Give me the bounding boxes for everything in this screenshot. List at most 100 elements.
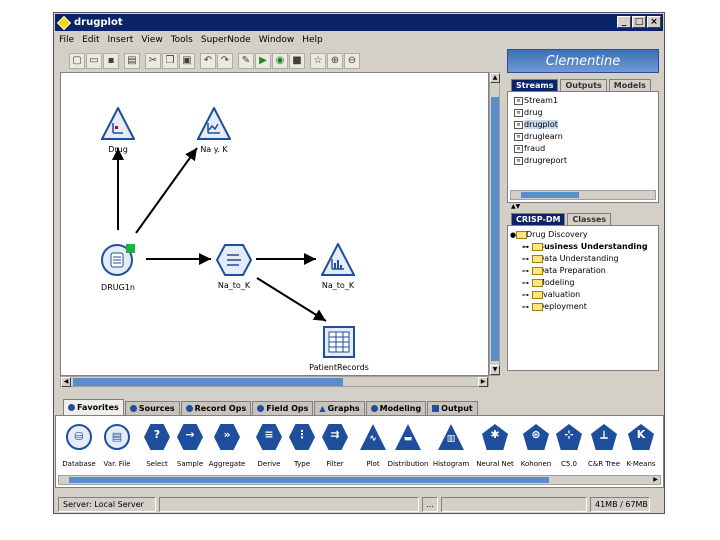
favorite-icon[interactable]: ☆ <box>310 53 326 69</box>
zoom-in-icon[interactable]: ⊕ <box>327 53 343 69</box>
menu-insert[interactable]: Insert <box>104 35 138 45</box>
tree-root[interactable]: ● Drug Discovery <box>508 229 658 241</box>
list-item[interactable]: ≡ druglearn <box>508 131 658 143</box>
edit-icon[interactable]: ✎ <box>238 53 254 69</box>
node-drug1n[interactable]: DRUG1n <box>83 243 153 292</box>
redo-icon[interactable]: ↷ <box>217 53 233 69</box>
palette-aggregate[interactable]: » Aggregate <box>206 424 248 468</box>
zoom-out-icon[interactable]: ⊖ <box>344 53 360 69</box>
expand-icon[interactable]: ⊶ <box>522 268 529 275</box>
tree-item[interactable]: ⊶ Modeling <box>508 277 658 289</box>
minimize-button[interactable]: _ <box>617 16 631 28</box>
tab-favorites[interactable]: Favorites <box>63 399 124 415</box>
tree-item[interactable]: ⊶ Business Understanding <box>508 241 658 253</box>
tab-models[interactable]: Models <box>608 79 651 91</box>
sources-icon <box>129 405 137 412</box>
tree-item[interactable]: ⊶ Evaluation <box>508 289 658 301</box>
node-label: DRUG1n <box>101 283 135 292</box>
server-status[interactable]: Server: Local Server <box>58 496 156 512</box>
menu-tools[interactable]: Tools <box>167 35 197 45</box>
copy-icon[interactable]: ❐ <box>162 53 178 69</box>
save-icon[interactable]: ▪ <box>103 53 119 69</box>
stop-icon[interactable]: ■ <box>289 53 305 69</box>
menu-view[interactable]: View <box>137 35 166 45</box>
canvas-vertical-scrollbar[interactable]: ▲ ▼ <box>489 72 500 376</box>
node-natok-hist[interactable]: Na_to_K <box>303 241 373 290</box>
c50-icon: ⊹ <box>556 424 582 450</box>
status-more-button[interactable]: ... <box>422 496 438 512</box>
stream-icon: ≡ <box>514 145 523 153</box>
expand-icon[interactable]: ⊶ <box>522 280 529 287</box>
tab-streams[interactable]: Streams <box>511 79 559 91</box>
list-item[interactable]: ≡ drug <box>508 107 658 119</box>
canvas-horizontal-scrollbar[interactable]: ◀ ▶ <box>60 376 489 387</box>
stream-canvas[interactable]: Drug Na y. K DRUG1n Na_to_K Na_to_K Pati… <box>60 72 489 376</box>
palette-var-file[interactable]: ▤ Var. File <box>96 424 138 468</box>
scroll-thumb[interactable] <box>521 192 579 198</box>
tab-modeling[interactable]: Modeling <box>365 401 427 415</box>
list-item[interactable]: ≡ drugplot <box>508 119 658 131</box>
plot-node-icon <box>196 105 232 140</box>
stream-icon: ≡ <box>514 133 523 141</box>
manager-panel: Clementine Streams Outputs Models ≡ Strea… <box>507 49 659 387</box>
node-nayk[interactable]: Na y. K <box>179 105 249 154</box>
palette-filter[interactable]: ⇉ Filter <box>314 424 356 468</box>
palette-database[interactable]: ⛁ Database <box>58 424 100 468</box>
palette-histogram[interactable]: ▥ Histogram <box>430 424 472 468</box>
expand-icon[interactable]: ⊶ <box>522 304 529 311</box>
menu-edit[interactable]: Edit <box>78 35 103 45</box>
list-item[interactable]: ≡ Stream1 <box>508 95 658 107</box>
tab-sources[interactable]: Sources <box>124 401 180 415</box>
menu-file[interactable]: File <box>55 35 78 45</box>
palette-items: ⛁ Database ▤ Var. File ? Select → Sample » Ag… <box>55 415 664 488</box>
palette-sample[interactable]: → Sample <box>169 424 211 468</box>
expand-icon[interactable]: ⊶ <box>522 256 529 263</box>
palette-neural-net[interactable]: ✱ Neural Net <box>474 424 516 468</box>
expand-icon[interactable]: ⊶ <box>522 244 529 251</box>
menu-help[interactable]: Help <box>298 35 327 45</box>
paste-icon[interactable]: ▣ <box>179 53 195 69</box>
palette-cr-tree[interactable]: ⟂ C&R Tree <box>583 424 625 468</box>
print-icon[interactable]: ▤ <box>124 53 140 69</box>
menu-window[interactable]: Window <box>255 35 299 45</box>
tree-item[interactable]: ⊶ Data Preparation <box>508 265 658 277</box>
streams-horizontal-scrollbar[interactable] <box>510 190 656 200</box>
undo-icon[interactable]: ↶ <box>200 53 216 69</box>
run-selection-icon[interactable]: ◉ <box>272 53 288 69</box>
manager-tabs: Streams Outputs Models <box>507 79 659 91</box>
cut-icon[interactable]: ✂ <box>145 53 161 69</box>
scroll-thumb[interactable] <box>73 378 343 386</box>
tab-graphs[interactable]: ▲ Graphs <box>314 401 365 415</box>
palette-distribution[interactable]: ▬ Distribution <box>387 424 429 468</box>
run-icon[interactable]: ▶ <box>255 53 271 69</box>
tree-item[interactable]: ⊶ Deployment <box>508 301 658 313</box>
node-patient-records[interactable]: PatientRecords <box>304 325 374 372</box>
tab-outputs[interactable]: Outputs <box>560 79 607 91</box>
tree-item[interactable]: ⊶ Data Understanding <box>508 253 658 265</box>
expand-icon[interactable]: ⊶ <box>522 292 529 299</box>
tab-record-ops[interactable]: Record Ops <box>180 401 252 415</box>
tab-classes[interactable]: Classes <box>567 213 612 225</box>
open-icon[interactable]: ▭ <box>86 53 102 69</box>
scroll-right-arrow[interactable]: ▶ <box>651 476 660 484</box>
scroll-thumb[interactable] <box>491 97 499 361</box>
list-item[interactable]: ≡ fraud <box>508 143 658 155</box>
tab-field-ops[interactable]: Field Ops <box>252 401 314 415</box>
scroll-right-arrow[interactable]: ▶ <box>478 377 488 387</box>
node-drug[interactable]: Drug <box>83 105 153 154</box>
close-button[interactable]: × <box>647 16 661 28</box>
tab-output[interactable]: Output <box>427 401 478 415</box>
scroll-thumb[interactable] <box>69 477 549 483</box>
splitter-arrows[interactable]: ▲▼ <box>507 203 659 211</box>
menu-supernode[interactable]: SuperNode <box>197 35 255 45</box>
node-natok-derive[interactable]: Na_to_K <box>199 243 269 290</box>
maximize-button[interactable]: □ <box>632 16 646 28</box>
scroll-left-arrow[interactable]: ◀ <box>61 377 71 387</box>
scroll-up-arrow[interactable]: ▲ <box>490 73 500 83</box>
palette-scrollbar[interactable]: ▶ <box>58 475 661 485</box>
new-icon[interactable]: ▢ <box>69 53 85 69</box>
tab-crisp-dm[interactable]: CRISP-DM <box>511 213 566 225</box>
scroll-down-arrow[interactable]: ▼ <box>490 365 500 375</box>
palette-k-means[interactable]: K K-Means <box>620 424 662 468</box>
list-item[interactable]: ≡ drugreport <box>508 155 658 167</box>
